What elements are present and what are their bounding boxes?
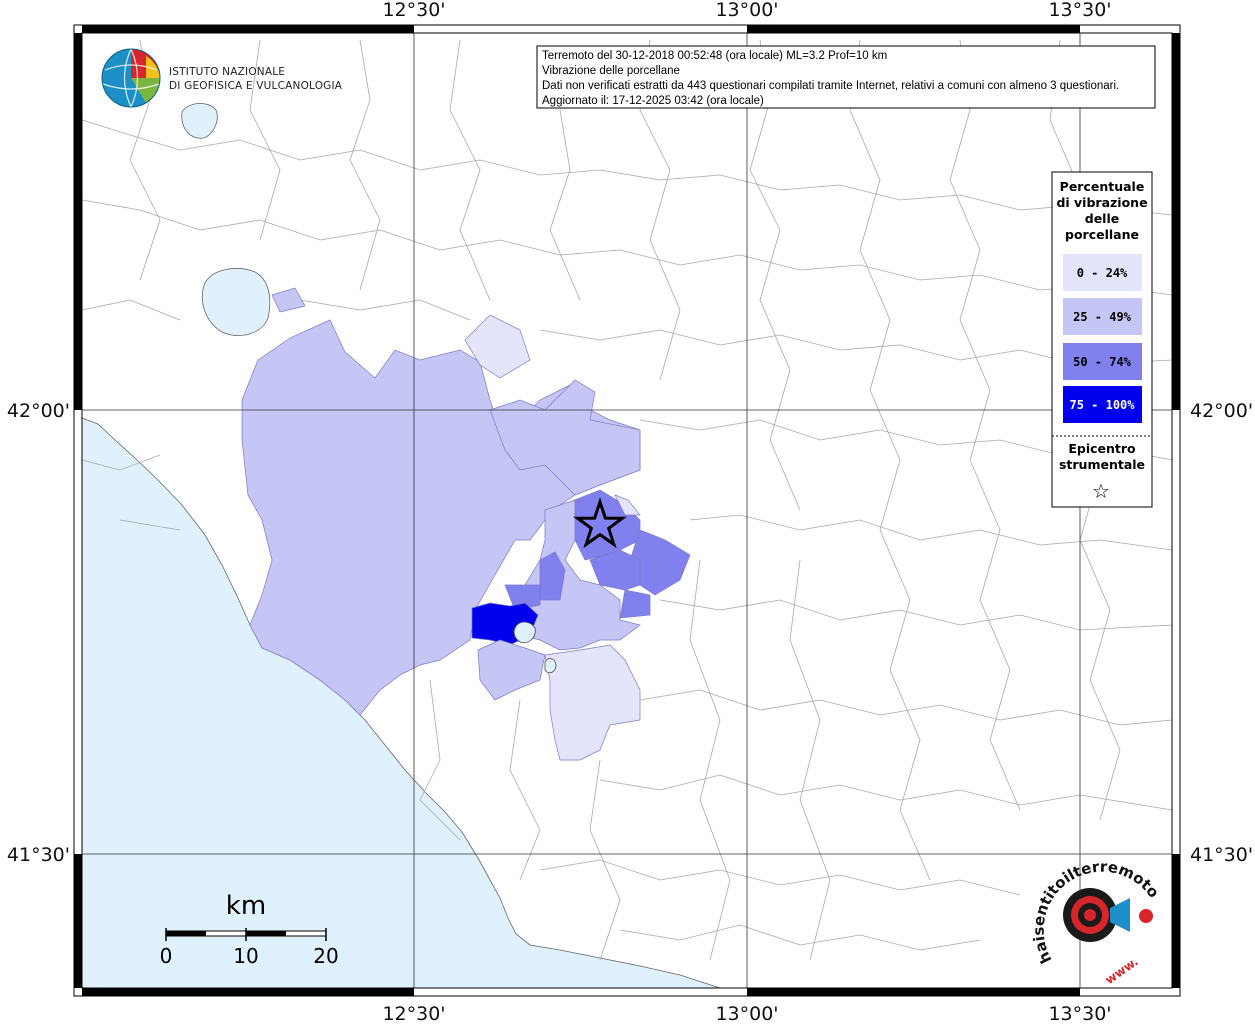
top-axis-label: 12°30' [382, 0, 445, 21]
legend-class-label: 25 - 49% [1073, 310, 1132, 324]
bottom-axis-label: 13°00' [715, 1003, 778, 1024]
scale-tick-label: 0 [160, 944, 173, 968]
institute-name-line2: DI GEOFISICA E VULCANOLOGIA [169, 80, 343, 92]
lake-nemi [544, 658, 557, 674]
globe-icon [101, 48, 161, 108]
legend-title-line: porcellane [1065, 227, 1139, 242]
info-line-updated: Aggiornato il: 17-12-2025 03:42 (ora loc… [542, 95, 764, 107]
right-axis-label: 42°00' [1190, 400, 1253, 422]
legend-epicenter-line: Epicentro [1068, 441, 1136, 456]
municipality-east-3 [619, 589, 651, 619]
legend-star-icon: ☆ [1092, 479, 1110, 503]
legend-title-line: di vibrazione [1056, 195, 1147, 210]
top-axis-label: 13°00' [715, 0, 778, 21]
info-line-event: Terremoto del 30-12-2018 00:52:48 (ora l… [542, 50, 887, 62]
bottom-axis-label: 13°30' [1048, 1003, 1111, 1024]
info-line-parameter: Vibrazione delle porcellane [542, 65, 680, 77]
legend-title-line: delle [1085, 211, 1119, 226]
legend-epicenter-line: strumentale [1059, 457, 1145, 472]
legend: Percentuale di vibrazione delle porcella… [1051, 171, 1153, 508]
left-axis-label: 42°00' [7, 400, 70, 422]
legend-class-label: 0 - 24% [1077, 266, 1128, 280]
top-axis-label: 13°30' [1048, 0, 1111, 21]
legend-title-line: Percentuale [1060, 179, 1145, 194]
legend-class-label: 50 - 74% [1073, 355, 1132, 369]
info-line-data-note: Dati non verificati estratti da 443 ques… [542, 80, 1119, 92]
legend-class-label: 75 - 100% [1069, 398, 1135, 412]
scale-tick-label: 20 [313, 944, 338, 968]
institute-name-line1: ISTITUTO NAZIONALE [169, 66, 285, 78]
right-axis-label: 41°30' [1190, 844, 1253, 866]
scale-unit: km [226, 891, 266, 921]
left-axis-label: 41°30' [7, 844, 70, 866]
info-box: Terremoto del 30-12-2018 00:52:48 (ora l… [536, 45, 1156, 109]
intensity-map: 12°30' 13°00' 13°30' 12°30' 13°00' 13°30… [0, 0, 1253, 1024]
bottom-axis-label: 12°30' [382, 1003, 445, 1024]
scale-tick-label: 10 [233, 944, 258, 968]
lake-albano [513, 621, 536, 644]
